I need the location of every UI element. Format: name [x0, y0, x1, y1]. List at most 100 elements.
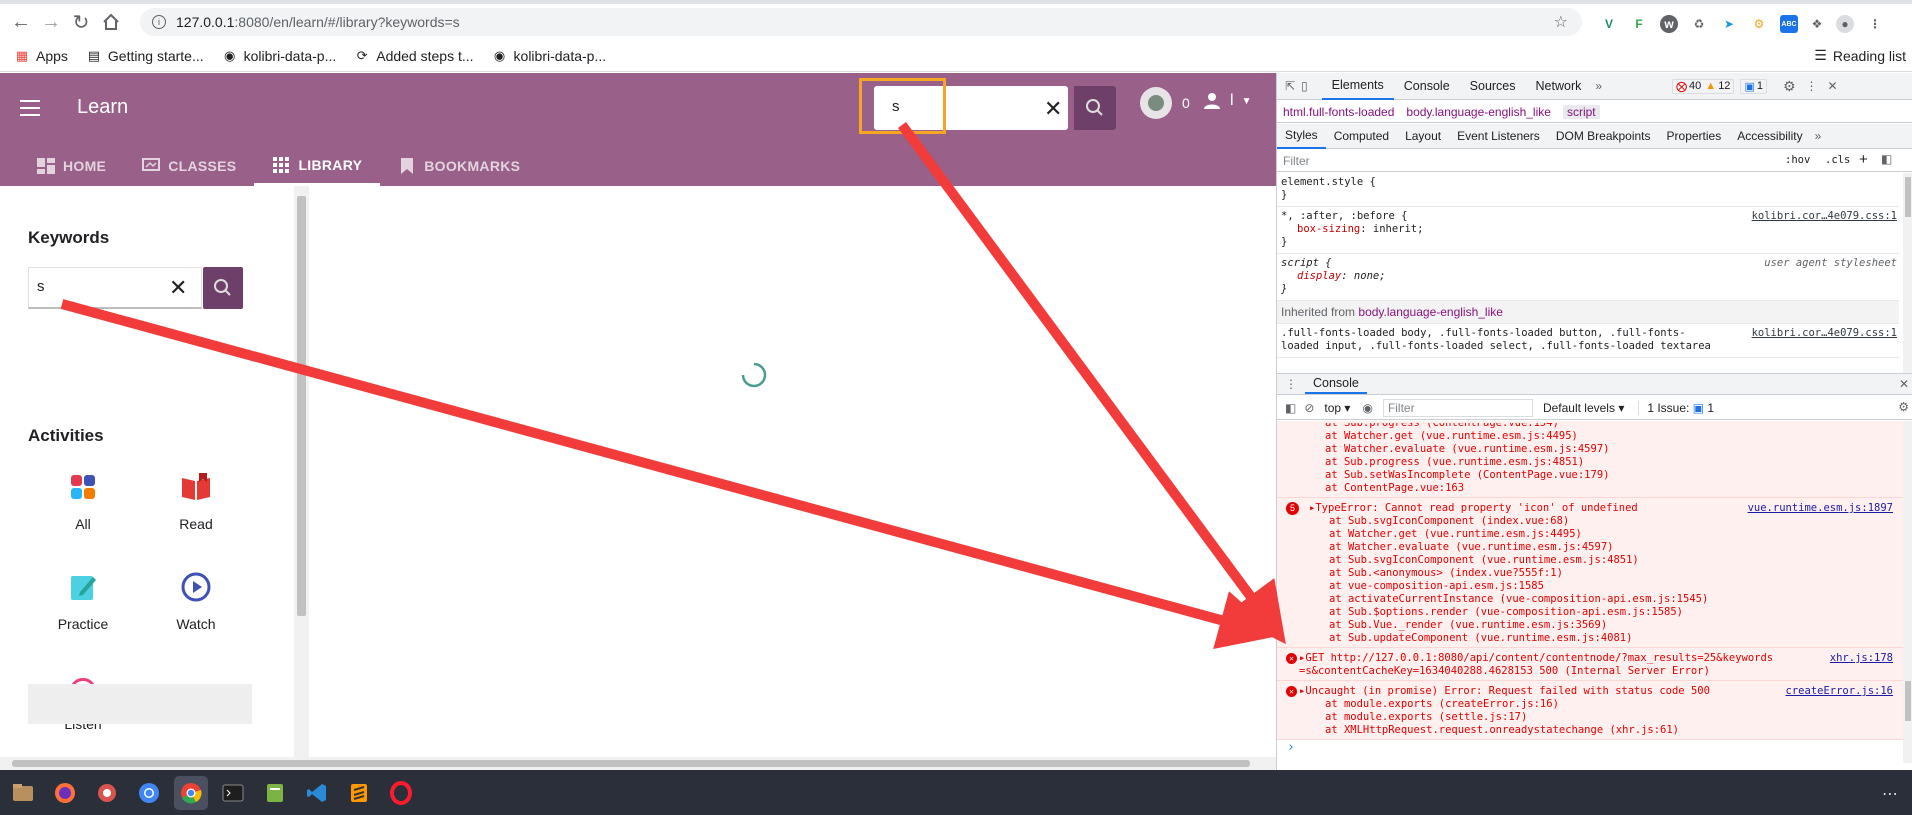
points-indicator[interactable]: 0 — [1140, 87, 1190, 119]
source-link[interactable]: createError.js:16 — [1786, 685, 1893, 698]
bookmark-apps[interactable]: ▦ Apps — [14, 48, 68, 64]
console-filter-input[interactable]: Filter — [1382, 398, 1533, 417]
hover-state-toggle[interactable]: :hov — [1785, 154, 1810, 166]
subtab-styles[interactable]: Styles — [1277, 124, 1326, 149]
menu-kebab-icon[interactable]: ⋮ — [1866, 15, 1884, 33]
extensions-puzzle-icon[interactable]: ❖ — [1808, 15, 1826, 33]
console-error-typeerror[interactable]: 5 ▸TypeError: Cannot read property 'icon… — [1277, 498, 1903, 648]
extension-w-icon[interactable]: w — [1660, 15, 1678, 33]
close-devtools-icon[interactable]: ✕ — [1828, 79, 1838, 93]
rule-source-link[interactable]: kolibri.cor…4e079.css:1 — [1752, 327, 1897, 340]
header-search-button[interactable] — [1074, 86, 1116, 130]
devtools-settings-icon[interactable]: ⚙ — [1783, 78, 1796, 95]
bookmark-getting-started[interactable]: ▤ Getting starte... — [86, 48, 204, 64]
new-rule-icon[interactable]: + — [1859, 151, 1868, 168]
extension-v-icon[interactable]: V — [1600, 15, 1618, 33]
inspect-element-icon[interactable]: ⇱ — [1285, 79, 1295, 93]
console-settings-icon[interactable]: ⚙ — [1898, 400, 1909, 414]
home-icon[interactable] — [96, 7, 126, 37]
extension-abc-icon[interactable]: ABC — [1780, 15, 1798, 33]
devtools-tab-network[interactable]: Network — [1526, 73, 1592, 100]
console-error-uncaught[interactable]: ✕ ▸Uncaught (in promise) Error: Request … — [1277, 681, 1903, 740]
tab-classes[interactable]: CLASSES — [124, 146, 254, 186]
log-levels-select[interactable]: Default levels ▾ — [1543, 401, 1624, 415]
devtools-tab-sources[interactable]: Sources — [1460, 73, 1526, 100]
files-manager-icon[interactable] — [6, 776, 40, 810]
tab-home[interactable]: HOME — [0, 146, 124, 186]
extension-arrow-icon[interactable]: ➤ — [1720, 15, 1738, 33]
terminal-icon[interactable] — [216, 776, 250, 810]
breadcrumb-body[interactable]: body.language-english_like — [1406, 105, 1551, 119]
breadcrumb-html[interactable]: html.full-fonts-loaded — [1283, 105, 1394, 119]
breadcrumb-script[interactable]: script — [1562, 104, 1600, 119]
info-counter[interactable]: ▣ 1 — [1740, 78, 1767, 94]
context-select[interactable]: top ▾ — [1324, 401, 1350, 415]
subtab-event-listeners[interactable]: Event Listeners — [1449, 124, 1548, 149]
bookmark-kolibri-data-1[interactable]: ◉ kolibri-data-p... — [222, 48, 336, 64]
subtab-dom-breakpoints[interactable]: DOM Breakpoints — [1548, 124, 1659, 149]
extension-gear-icon[interactable]: ⚙ — [1750, 15, 1768, 33]
rule-element-style[interactable]: element.style { } — [1277, 173, 1899, 207]
more-tabs-icon[interactable]: » — [1595, 79, 1602, 93]
show-apps-icon[interactable]: ⋯ — [1882, 784, 1898, 804]
rule-script[interactable]: script { user agent stylesheet display: … — [1277, 254, 1899, 301]
sidebar-scrollbar[interactable] — [294, 186, 309, 763]
page-horizontal-scrollbar[interactable] — [0, 757, 1276, 770]
error-counter[interactable]: ⨂ 40 ▲ 12 — [1672, 78, 1735, 94]
console-scrollbar-thumb[interactable] — [1905, 681, 1911, 721]
reload-icon[interactable]: ↻ — [66, 7, 96, 37]
profile-avatar-icon[interactable]: ● — [1836, 15, 1854, 33]
activity-read[interactable]: Read — [151, 470, 241, 532]
activity-watch[interactable]: Watch — [151, 570, 241, 632]
keywords-input[interactable]: s ✕ — [28, 267, 202, 309]
console-prompt-input[interactable]: › — [1277, 740, 1903, 755]
console-error-get-500[interactable]: ✕ ▸GET http://127.0.0.1:8080/api/content… — [1277, 648, 1903, 681]
vscode-icon[interactable] — [300, 776, 334, 810]
back-arrow-icon[interactable]: ← — [6, 7, 36, 37]
hamburger-menu-icon[interactable] — [20, 100, 40, 116]
tab-library[interactable]: LIBRARY — [254, 146, 381, 186]
firefox-icon[interactable] — [48, 776, 82, 810]
close-drawer-icon[interactable]: ✕ — [1899, 377, 1909, 391]
clear-search-icon[interactable]: ✕ — [1044, 96, 1062, 122]
settings-app-icon[interactable] — [90, 776, 124, 810]
sidebar-toggle-icon[interactable]: ◧ — [1881, 152, 1892, 166]
bookmark-added-steps[interactable]: ⟳ Added steps t... — [354, 48, 474, 64]
chrome-icon[interactable] — [174, 775, 208, 810]
styles-filter-input[interactable]: Filter — [1283, 154, 1310, 168]
reading-list-button[interactable]: ☰ Reading list — [1814, 47, 1906, 64]
address-bar[interactable]: i 127.0.0.1:8080/en/learn/#/library?keyw… — [140, 8, 1582, 36]
drawer-menu-icon[interactable]: ⋮ — [1285, 377, 1297, 391]
subtab-accessibility[interactable]: Accessibility — [1729, 124, 1810, 149]
chromium-icon[interactable] — [132, 776, 166, 810]
subtab-computed[interactable]: Computed — [1326, 124, 1397, 149]
drawer-tab-console[interactable]: Console — [1305, 374, 1367, 394]
horizontal-scrollbar-thumb[interactable] — [12, 760, 1250, 767]
styles-scrollbar[interactable] — [1903, 173, 1912, 373]
more-subtabs-icon[interactable]: » — [1815, 129, 1822, 143]
opera-icon[interactable] — [384, 776, 418, 810]
url-text[interactable]: 127.0.0.1:8080/en/learn/#/library?keywor… — [176, 14, 460, 30]
text-editor-icon[interactable] — [258, 776, 292, 810]
info-icon[interactable]: i — [152, 15, 166, 29]
extension-recycle-icon[interactable]: ♻ — [1690, 15, 1708, 33]
subtab-properties[interactable]: Properties — [1659, 124, 1730, 149]
devtools-menu-icon[interactable]: ⋮ — [1806, 79, 1818, 93]
extension-f-icon[interactable]: F — [1630, 15, 1648, 33]
rule-full-fonts[interactable]: .full-fonts-loaded body, .full-fonts-loa… — [1277, 324, 1899, 358]
user-menu[interactable]: l ▼ — [1202, 91, 1251, 111]
devtools-tab-elements[interactable]: Elements — [1321, 73, 1394, 100]
tab-bookmarks[interactable]: BOOKMARKS — [380, 146, 538, 186]
devtools-tab-console[interactable]: Console — [1394, 73, 1460, 100]
activity-all[interactable]: All — [38, 470, 128, 532]
clear-keywords-icon[interactable]: ✕ — [169, 275, 187, 301]
activity-practice[interactable]: Practice — [38, 570, 128, 632]
sidebar-scrollbar-thumb[interactable] — [297, 196, 306, 616]
issues-button[interactable]: 1 Issue: ▣ 1 — [1638, 400, 1714, 415]
sublime-icon[interactable] — [342, 776, 376, 810]
forward-arrow-icon[interactable]: → — [36, 7, 66, 37]
live-expression-eye-icon[interactable]: ◉ — [1362, 401, 1372, 415]
keywords-search-button[interactable] — [203, 267, 243, 309]
subtab-layout[interactable]: Layout — [1397, 124, 1449, 149]
console-error-stack[interactable]: at Sub.progress (ContentPage.vue:154) at… — [1277, 421, 1903, 498]
